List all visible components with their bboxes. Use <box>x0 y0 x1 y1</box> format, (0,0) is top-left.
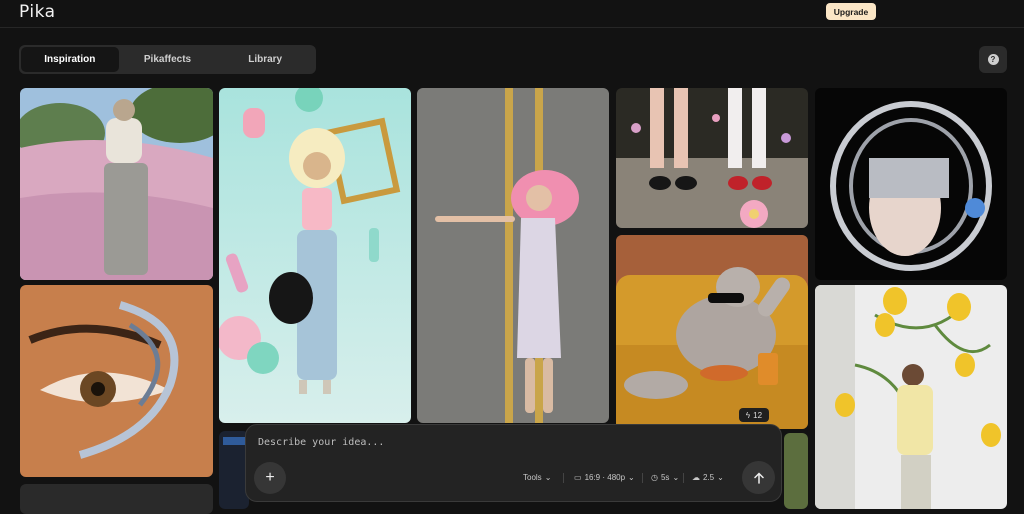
gallery-item-chrome-headpiece[interactable] <box>815 88 1007 280</box>
model-dropdown[interactable]: ☁ 2.5 ⌄ <box>692 473 724 482</box>
gallery-item-woman-floating-shapes[interactable] <box>219 88 411 423</box>
arrow-up-icon <box>753 471 764 484</box>
gallery-item-legs-flowers[interactable] <box>616 88 808 228</box>
chevron-down-icon: ⌄ <box>628 473 635 482</box>
gallery-item-chrome-eye[interactable] <box>20 285 213 477</box>
prompt-panel: + Tools ⌄ ▭ 16:9 · 480p ⌄ ◷ 5s ⌄ ☁ 2.5 ⌄ <box>245 424 782 502</box>
help-button[interactable]: ? <box>979 46 1007 73</box>
lightning-icon: ϟ <box>745 410 751 420</box>
divider <box>563 473 564 483</box>
model-icon: ☁ <box>692 473 700 482</box>
tab-inspiration[interactable]: Inspiration <box>21 47 119 72</box>
gallery-item-bunny-couch[interactable] <box>616 235 808 429</box>
tools-dropdown[interactable]: Tools ⌄ <box>523 473 551 482</box>
gallery-item-tulips-mirror[interactable] <box>815 285 1007 509</box>
gallery-item-partial-3[interactable] <box>784 433 808 509</box>
prompt-input[interactable] <box>258 437 658 448</box>
tab-bar: Inspiration Pikaffects Library <box>19 45 316 74</box>
gallery-item-woman-road[interactable] <box>417 88 609 423</box>
add-media-button[interactable]: + <box>254 462 286 494</box>
tab-pikaffects[interactable]: Pikaffects <box>119 47 217 72</box>
divider <box>642 473 643 483</box>
chevron-down-icon: ⌄ <box>717 473 724 482</box>
aspect-resolution-dropdown[interactable]: ▭ 16:9 · 480p ⌄ <box>574 473 635 482</box>
divider <box>683 473 684 483</box>
aspect-ratio-icon: ▭ <box>574 473 582 482</box>
tab-library[interactable]: Library <box>216 47 314 72</box>
chevron-down-icon: ⌄ <box>544 473 552 482</box>
gallery-count-badge: ϟ 12 <box>739 408 769 422</box>
clock-icon: ◷ <box>651 473 658 482</box>
generate-button[interactable] <box>742 461 775 494</box>
duration-dropdown[interactable]: ◷ 5s ⌄ <box>651 473 679 482</box>
question-icon: ? <box>987 54 999 65</box>
upgrade-button[interactable]: Upgrade <box>826 3 876 20</box>
chevron-down-icon: ⌄ <box>672 473 680 482</box>
plus-icon: + <box>265 469 275 486</box>
pika-logo[interactable]: Pika <box>19 2 56 22</box>
gallery-item-partial-1[interactable] <box>20 484 213 514</box>
gallery-item-photographer-field[interactable] <box>20 88 213 280</box>
top-bar: Pika Upgrade <box>0 0 1024 28</box>
